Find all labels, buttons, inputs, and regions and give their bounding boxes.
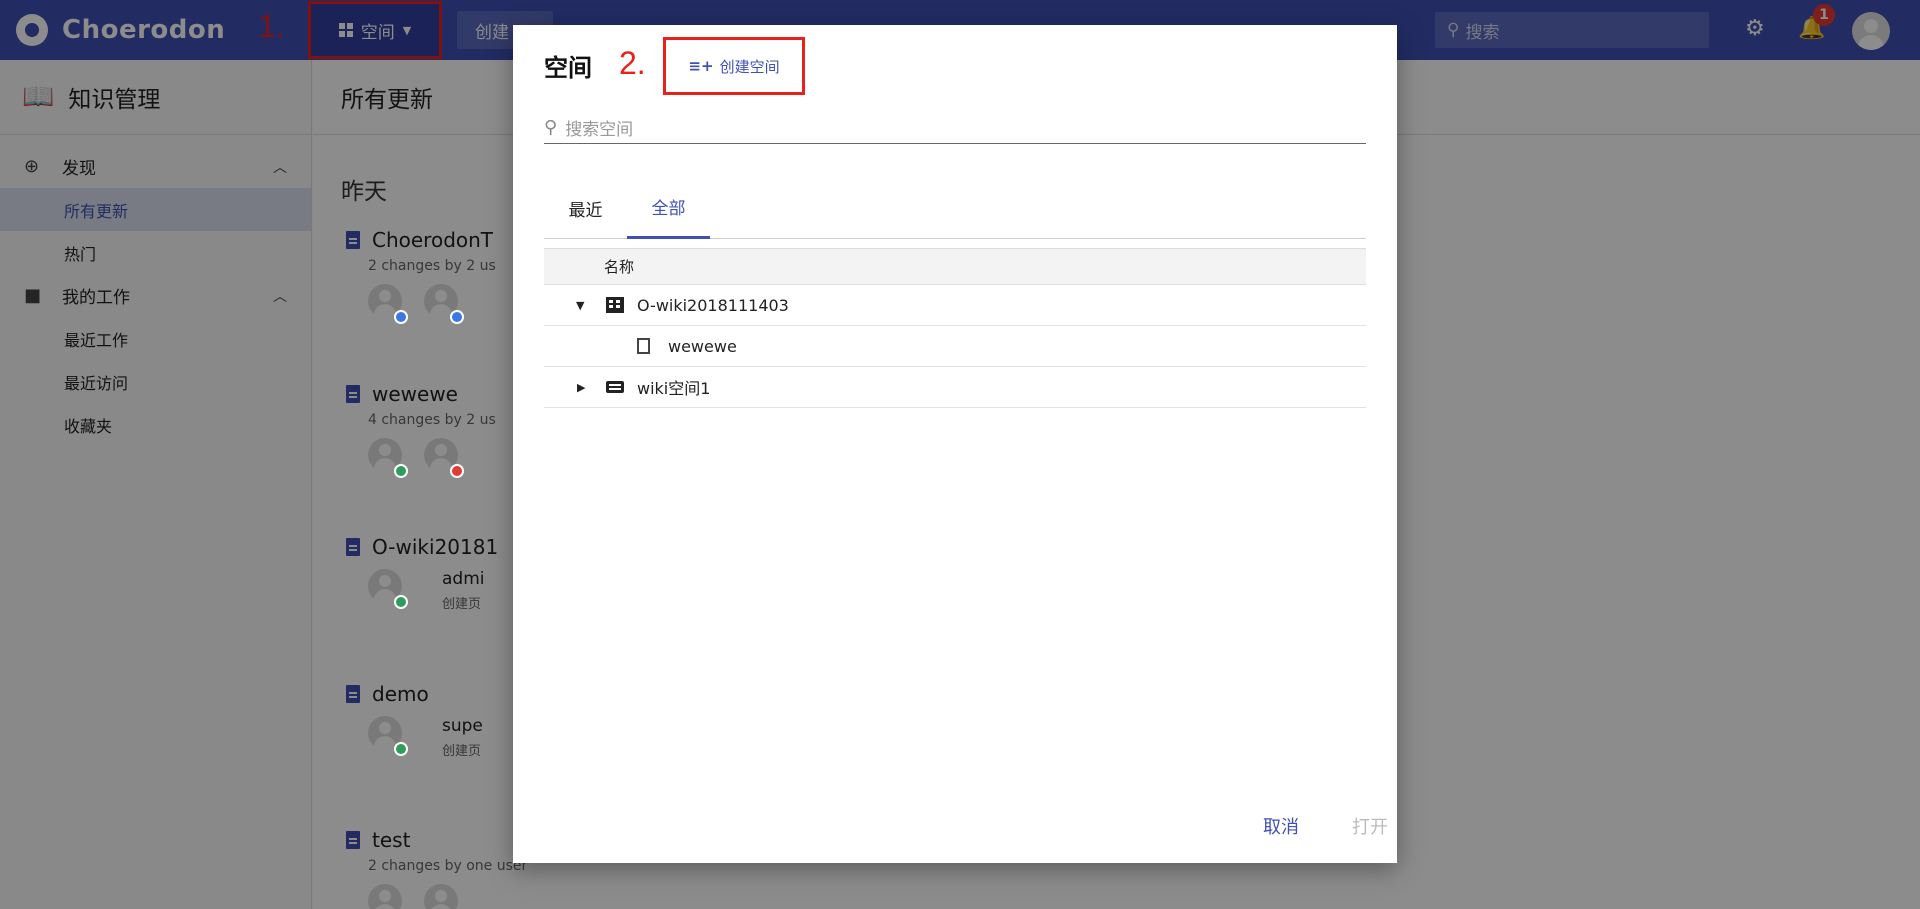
dialog-tabs: 最近 全部 (544, 177, 1366, 239)
organization-icon (606, 297, 624, 313)
tree-row-label: O-wiki2018111403 (637, 295, 789, 315)
add-status-icon (394, 742, 408, 756)
annotation-step-2: 2. (619, 45, 646, 81)
tree-row[interactable]: wewewe (544, 326, 1366, 367)
expand-caret-icon[interactable]: ▶ (577, 381, 585, 394)
create-space-label: 创建空间 (719, 57, 780, 76)
collapse-caret-icon[interactable]: ▼ (576, 299, 584, 312)
space-picker-dialog: 空间 2. ≡+ 创建空间 ⚲ 搜索空间 最近 全部 名称 ▼ O-wiki20… (513, 25, 1397, 863)
space-search-input[interactable]: ⚲ 搜索空间 (544, 111, 1366, 144)
open-button[interactable]: 打开 (1352, 813, 1388, 839)
search-icon: ⚲ (544, 116, 558, 138)
tab-all[interactable]: 全部 (627, 177, 710, 239)
delete-status-icon (450, 464, 464, 478)
column-header-name: 名称 (544, 248, 1366, 285)
playlist-add-icon: ≡+ (688, 57, 714, 75)
space-search-placeholder: 搜索空间 (565, 119, 634, 140)
tree-row[interactable]: ▶ wiki空间1 (544, 367, 1366, 408)
space-tree-table: 名称 ▼ O-wiki2018111403 wewewe ▶ wiki空间1 (544, 248, 1366, 408)
cancel-button[interactable]: 取消 (1263, 813, 1299, 839)
edit-status-icon (394, 310, 408, 324)
keyboard-icon (606, 381, 624, 393)
dialog-footer: 取消 打开 (1097, 793, 1397, 863)
create-space-button[interactable]: ≡+ 创建空间 (663, 37, 805, 95)
tab-recent[interactable]: 最近 (544, 177, 627, 239)
add-status-icon (394, 595, 408, 609)
tree-row[interactable]: ▼ O-wiki2018111403 (544, 285, 1366, 326)
tree-row-label: wewewe (668, 336, 737, 356)
page-icon (637, 338, 650, 354)
dialog-title: 空间 (544, 54, 592, 82)
tree-row-label: wiki空间1 (637, 379, 711, 398)
edit-status-icon (450, 310, 464, 324)
add-status-icon (394, 464, 408, 478)
